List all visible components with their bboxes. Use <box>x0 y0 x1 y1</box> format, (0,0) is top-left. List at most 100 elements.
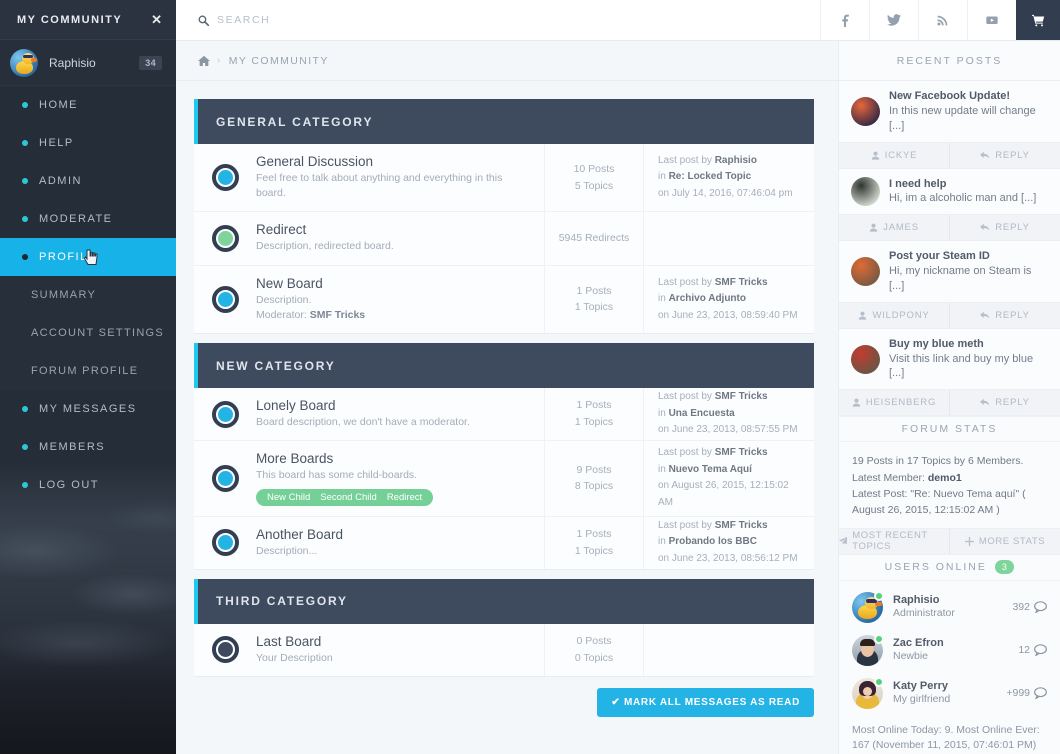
last-post-author[interactable]: Raphisio <box>715 155 757 166</box>
last-post-date: on August 26, 2015, 12:15:02 AM <box>658 480 789 508</box>
youtube-icon[interactable] <box>967 0 1016 40</box>
board-name[interactable]: New Board <box>256 276 532 291</box>
board-status-icon[interactable] <box>194 517 256 569</box>
sidebar-item-members[interactable]: MEMBERS <box>0 428 176 466</box>
user-name[interactable]: Raphisio <box>893 593 1002 607</box>
category: GENERAL CATEGORY General Discussion Feel f… <box>194 99 814 334</box>
board-name[interactable]: General Discussion <box>256 154 532 169</box>
recent-post-reply[interactable]: REPLY <box>949 390 1060 416</box>
rss-icon[interactable] <box>918 0 967 40</box>
last-post-topic[interactable]: Nuevo Tema Aquí <box>669 464 752 475</box>
breadcrumb-current[interactable]: MY COMMUNITY <box>229 55 329 67</box>
sidebar-item-admin[interactable]: ADMIN <box>0 162 176 200</box>
child-board-link[interactable]: Redirect <box>387 492 422 503</box>
user-icon <box>871 151 879 160</box>
board-row: Another Board Description... 1 Posts 1 Topi… <box>194 516 814 569</box>
board-status-icon[interactable] <box>194 266 256 333</box>
last-post-author[interactable]: SMF Tricks <box>715 520 768 531</box>
recent-post-title[interactable]: New Facebook Update! <box>889 89 1049 104</box>
online-footer: Most Online Today: 9. Most Online Ever: … <box>852 723 1040 752</box>
user-post-count: +999 <box>1006 687 1047 699</box>
sidebar-item-log-out[interactable]: LOG OUT <box>0 466 176 504</box>
last-post-author[interactable]: SMF Tricks <box>715 391 768 402</box>
category-header[interactable]: GENERAL CATEGORY <box>194 99 814 144</box>
sidebar-item-forum-profile[interactable]: FORUM PROFILE <box>0 352 176 390</box>
recent-post-title[interactable]: I need help <box>889 177 1036 192</box>
category-header[interactable]: NEW CATEGORY <box>194 343 814 389</box>
board-name[interactable]: Another Board <box>256 527 532 542</box>
user-role: Newbie <box>893 650 929 663</box>
child-board-link[interactable]: New Child <box>267 492 310 503</box>
close-icon[interactable]: ✕ <box>151 13 162 26</box>
last-post-topic[interactable]: Una Encuesta <box>669 408 735 419</box>
recent-post-title[interactable]: Buy my blue meth <box>889 337 1049 352</box>
last-post-author[interactable]: SMF Tricks <box>715 447 768 458</box>
last-post-author[interactable]: SMF Tricks <box>715 277 768 288</box>
category-header[interactable]: THIRD CATEGORY <box>194 578 814 624</box>
recent-post-reply[interactable]: REPLY <box>949 302 1060 328</box>
sidebar-item-label: ACCOUNT SETTINGS <box>31 327 165 339</box>
search-label: SEARCH <box>217 14 271 26</box>
recent-post: New Facebook Update! In this new update w… <box>839 81 1060 169</box>
board-name[interactable]: Last Board <box>256 634 532 649</box>
sidebar-header: MY COMMUNITY ✕ <box>0 0 176 40</box>
board-status-icon[interactable] <box>194 624 256 676</box>
facebook-icon[interactable] <box>820 0 869 40</box>
board-info: General Discussion Feel free to talk abou… <box>256 144 544 211</box>
board-status-icon[interactable] <box>194 212 256 264</box>
plus-icon <box>964 536 974 546</box>
sidebar-item-account-settings[interactable]: ACCOUNT SETTINGS <box>0 314 176 352</box>
board-count: 10 Posts <box>573 162 615 175</box>
author-name: HEISENBERG <box>865 397 937 409</box>
board-status-icon[interactable] <box>194 388 256 440</box>
user-name[interactable]: Katy Perry <box>893 679 996 693</box>
reply-label: REPLY <box>995 222 1030 234</box>
board-status-icon[interactable] <box>194 441 256 515</box>
stats-action-plus[interactable]: MORE STATS <box>949 528 1060 554</box>
home-icon[interactable] <box>198 55 210 67</box>
sidebar-item-profile[interactable]: PROFILE <box>0 238 176 276</box>
recent-post-author[interactable]: HEISENBERG <box>839 390 949 415</box>
avatar <box>851 176 880 206</box>
last-post-topic[interactable]: Archivo Adjunto <box>669 293 746 304</box>
sidebar-item-label: MODERATE <box>39 213 113 225</box>
recent-post-author[interactable]: ICKYE <box>839 143 949 168</box>
cart-icon[interactable] <box>1016 0 1060 40</box>
recent-post-title[interactable]: Post your Steam ID <box>889 249 1049 264</box>
sidebar-item-label: HELP <box>39 137 74 149</box>
sidebar-item-moderate[interactable]: MODERATE <box>0 200 176 238</box>
board-count: 1 Posts <box>576 399 612 412</box>
last-post-date: on June 23, 2013, 08:59:40 PM <box>658 309 798 321</box>
board-count: 8 Topics <box>574 480 614 493</box>
recent-post-author[interactable]: JAMES <box>839 215 949 240</box>
forum-stats-actions: MOST RECENT TOPICS MORE STATS <box>839 527 1060 555</box>
user-name[interactable]: Zac Efron <box>893 636 1008 650</box>
mark-all-read-button[interactable]: ✔ MARK ALL MESSAGES AS READ <box>597 687 814 717</box>
board-description: Description. <box>256 293 312 306</box>
sidebar-item-my-messages[interactable]: MY MESSAGES <box>0 390 176 428</box>
stats-action-paper-plane[interactable]: MOST RECENT TOPICS <box>839 529 949 554</box>
users-online-count: 3 <box>994 560 1015 575</box>
bullet-icon <box>22 482 28 488</box>
recent-post-reply[interactable]: REPLY <box>949 142 1060 168</box>
latest-member[interactable]: demo1 <box>928 472 962 484</box>
sidebar-user-row[interactable]: Raphisio 34 <box>0 40 176 86</box>
moderator-name[interactable]: SMF Tricks <box>310 309 365 321</box>
recent-post-author[interactable]: WILDPONY <box>839 303 949 328</box>
board-name[interactable]: More Boards <box>256 451 532 466</box>
board-name[interactable]: Lonely Board <box>256 398 532 413</box>
last-post-topic[interactable]: Re: Locked Topic <box>669 171 752 182</box>
user-post-count: 12 <box>1018 644 1047 656</box>
sidebar-item-home[interactable]: HOME <box>0 86 176 124</box>
avatar <box>852 633 884 666</box>
board-status-icon[interactable] <box>194 144 256 211</box>
last-post-topic[interactable]: Probando los BBC <box>669 536 757 547</box>
recent-post-reply[interactable]: REPLY <box>949 215 1060 241</box>
twitter-icon[interactable] <box>869 0 918 40</box>
board-name[interactable]: Redirect <box>256 222 532 237</box>
child-board-link[interactable]: Second Child <box>320 492 377 503</box>
search-input[interactable]: SEARCH <box>176 0 820 40</box>
sidebar-item-help[interactable]: HELP <box>0 124 176 162</box>
last-prefix-text: Last post by <box>658 391 712 403</box>
sidebar-item-summary[interactable]: SUMMARY <box>0 276 176 314</box>
